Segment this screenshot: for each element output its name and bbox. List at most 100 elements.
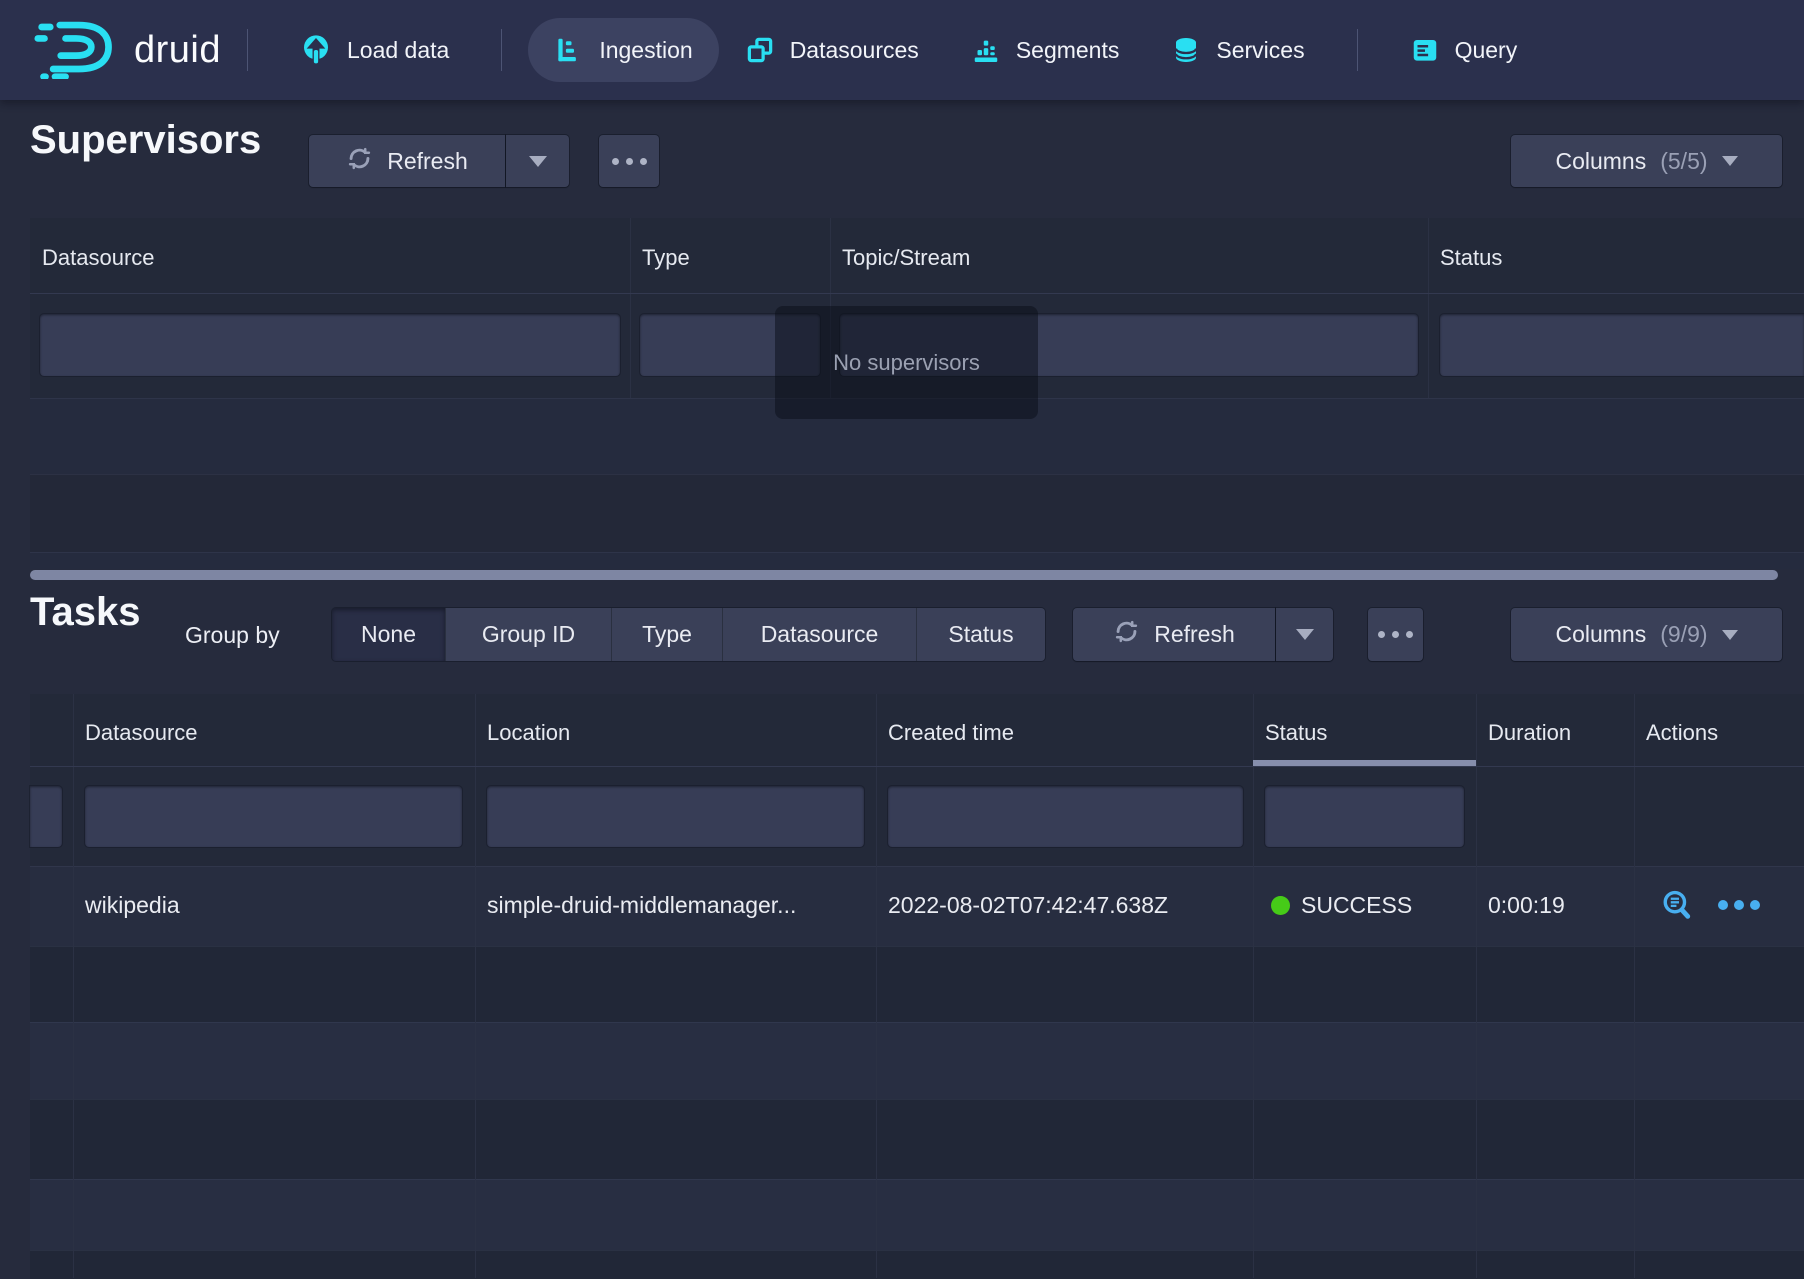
refresh-icon	[346, 145, 373, 178]
supervisors-datasource-filter-input[interactable]	[40, 314, 620, 376]
group-by-datasource-button[interactable]: Datasource	[723, 608, 917, 661]
no-supervisors-message: No supervisors	[833, 350, 980, 376]
druid-logo-icon	[34, 17, 120, 84]
cell-created-time: 2022-08-02T07:42:47.638Z	[888, 892, 1168, 919]
supervisors-columns-button[interactable]: Columns (5/5)	[1511, 135, 1782, 187]
tasks-col-header-datasource[interactable]: Datasource	[85, 720, 198, 746]
nav-item-label: Services	[1216, 37, 1304, 64]
table-row	[30, 1250, 1804, 1279]
druid-logo[interactable]: druid	[34, 17, 221, 84]
supervisors-refresh-button[interactable]: Refresh	[309, 135, 505, 187]
refresh-label: Refresh	[387, 148, 468, 175]
columns-count: (5/5)	[1660, 148, 1707, 175]
group-by-button-group: None Group ID Type Datasource Status	[332, 608, 1045, 661]
table-row	[30, 946, 1804, 1023]
nav-item-label: Load data	[347, 37, 449, 64]
nav-item-segments[interactable]: Segments	[945, 18, 1146, 82]
supervisors-title: Supervisors	[30, 118, 261, 163]
cell-location: simple-druid-middlemanager...	[487, 892, 796, 919]
nav-item-label: Ingestion	[599, 37, 692, 64]
tasks-datasource-filter-input[interactable]	[85, 786, 462, 847]
tasks-title: Tasks	[30, 590, 140, 635]
header-divider	[30, 766, 1804, 767]
refresh-label: Refresh	[1154, 621, 1235, 648]
load-data-icon	[300, 34, 332, 66]
datasources-icon	[745, 35, 775, 65]
table-row	[30, 1099, 1804, 1180]
supervisors-refresh-dropdown-button[interactable]	[506, 135, 569, 187]
query-icon	[1410, 35, 1440, 65]
chevron-down-icon	[529, 156, 547, 167]
group-by-label: Group by	[185, 622, 280, 649]
tasks-col-header-actions[interactable]: Actions	[1646, 720, 1718, 746]
tasks-col-header-duration[interactable]: Duration	[1488, 720, 1571, 746]
supervisors-col-header-type[interactable]: Type	[642, 245, 690, 271]
group-by-status-button[interactable]: Status	[917, 608, 1045, 661]
top-nav: druid Load data Ingestion	[0, 0, 1804, 100]
group-by-none-button[interactable]: None	[332, 608, 446, 661]
column-divider	[73, 694, 74, 1278]
columns-label: Columns	[1555, 148, 1646, 175]
cell-datasource: wikipedia	[85, 892, 180, 919]
chevron-down-icon	[1722, 630, 1738, 640]
column-divider	[1476, 694, 1477, 1278]
tasks-location-filter-input[interactable]	[487, 786, 864, 847]
more-icon	[1378, 631, 1413, 638]
nav-item-label: Query	[1455, 37, 1518, 64]
nav-item-label: Datasources	[790, 37, 919, 64]
supervisors-col-header-datasource[interactable]: Datasource	[42, 245, 155, 271]
nav-item-datasources[interactable]: Datasources	[719, 18, 945, 82]
table-row	[30, 1022, 1804, 1100]
nav-divider	[501, 29, 502, 71]
no-supervisors-overlay: No supervisors	[775, 306, 1038, 419]
supervisors-horizontal-scrollbar[interactable]	[30, 570, 1778, 580]
tasks-col-header-status[interactable]: Status	[1265, 720, 1327, 746]
tasks-more-button[interactable]	[1368, 608, 1423, 661]
task-detail-search-icon[interactable]	[1660, 888, 1694, 927]
table-row	[30, 552, 1804, 569]
brand-wordmark: druid	[134, 29, 221, 72]
column-divider	[475, 694, 476, 1278]
supervisors-table: Datasource Type Topic/Stream Status No s…	[30, 218, 1804, 568]
header-divider	[30, 293, 1804, 294]
tasks-id-filter-input[interactable]	[30, 786, 62, 847]
tasks-status-filter-input[interactable]	[1265, 786, 1464, 847]
supervisors-more-button[interactable]	[599, 135, 659, 187]
chevron-down-icon	[1722, 156, 1738, 166]
tasks-col-header-created-time[interactable]: Created time	[888, 720, 1014, 746]
tasks-refresh-button[interactable]: Refresh	[1073, 608, 1275, 661]
status-text: SUCCESS	[1301, 892, 1412, 918]
supervisors-status-filter-input[interactable]	[1440, 314, 1804, 376]
table-row	[30, 1179, 1804, 1251]
nav-item-query[interactable]: Query	[1384, 18, 1544, 82]
tasks-table: Datasource Location Created time Status …	[30, 694, 1804, 1278]
nav-item-services[interactable]: Services	[1145, 18, 1330, 82]
column-divider	[1634, 694, 1635, 1278]
columns-label: Columns	[1555, 621, 1646, 648]
task-actions-more-icon[interactable]	[1716, 898, 1762, 917]
tasks-refresh-dropdown-button[interactable]	[1276, 608, 1333, 661]
more-icon	[612, 158, 647, 165]
column-divider	[876, 694, 877, 1278]
nav-divider	[1357, 29, 1358, 71]
columns-count: (9/9)	[1660, 621, 1707, 648]
column-divider	[1253, 694, 1254, 1278]
segments-icon	[971, 35, 1001, 65]
ingestion-icon	[554, 35, 584, 65]
cell-duration: 0:00:19	[1488, 892, 1565, 919]
supervisors-col-header-topic-stream[interactable]: Topic/Stream	[842, 245, 970, 271]
table-row	[30, 474, 1804, 553]
nav-item-ingestion[interactable]: Ingestion	[528, 18, 718, 82]
group-by-type-button[interactable]: Type	[612, 608, 723, 661]
tasks-created-time-filter-input[interactable]	[888, 786, 1243, 847]
chevron-down-icon	[1296, 629, 1314, 640]
cell-status: SUCCESS	[1271, 892, 1412, 919]
nav-item-load-data[interactable]: Load data	[274, 18, 475, 82]
group-by-group-id-button[interactable]: Group ID	[446, 608, 612, 661]
nav-divider	[247, 29, 248, 71]
tasks-col-header-location[interactable]: Location	[487, 720, 570, 746]
nav-item-label: Segments	[1016, 37, 1120, 64]
tasks-columns-button[interactable]: Columns (9/9)	[1511, 608, 1782, 661]
refresh-icon	[1113, 618, 1140, 651]
supervisors-col-header-status[interactable]: Status	[1440, 245, 1502, 271]
